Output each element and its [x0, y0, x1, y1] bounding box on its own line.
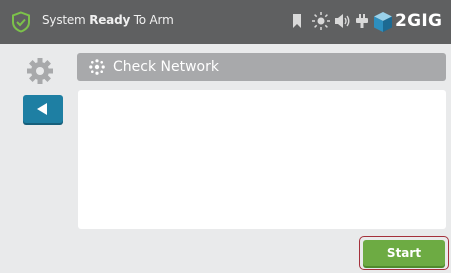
gear-icon[interactable]: [27, 58, 53, 84]
back-button[interactable]: [23, 95, 63, 123]
volume-icon[interactable]: [335, 14, 351, 28]
status-prefix: System: [42, 13, 86, 27]
bookmark-icon[interactable]: [292, 14, 302, 28]
panel-header: Check Network: [77, 53, 446, 81]
brand-logo: 2GIG: [395, 11, 443, 31]
status-bar: System Ready To Arm 2GIG: [0, 0, 451, 44]
start-button[interactable]: Start: [363, 240, 445, 266]
back-arrow-icon: [37, 103, 47, 115]
brightness-icon[interactable]: [312, 12, 330, 30]
power-plug-icon[interactable]: [356, 14, 368, 28]
status-state: Ready: [89, 13, 131, 27]
network-icon: [89, 59, 105, 75]
status-suffix: To Arm: [133, 13, 174, 27]
results-panel: [78, 90, 446, 229]
shield-check-icon: [12, 11, 30, 33]
system-status-text: System Ready To Arm: [42, 13, 174, 27]
cube-logo-icon: [374, 12, 392, 32]
page-title: Check Network: [113, 59, 219, 75]
